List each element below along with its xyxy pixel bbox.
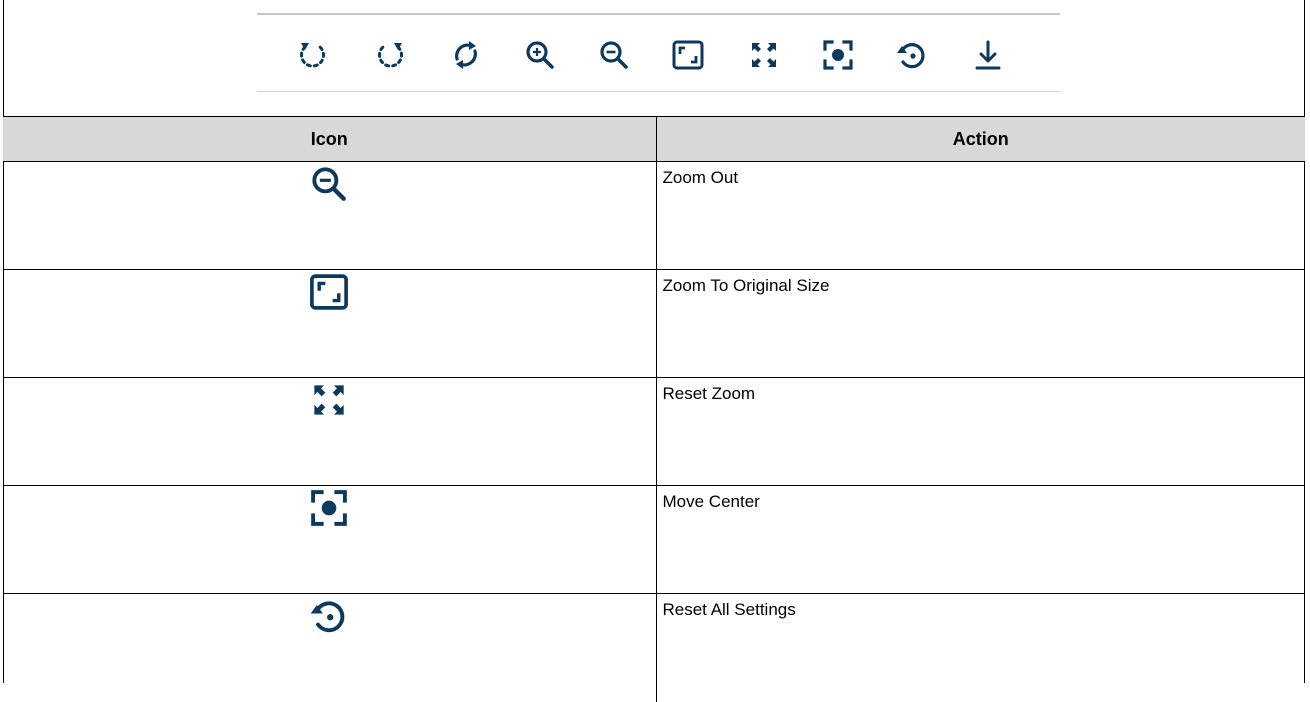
action-cell: Reset All Settings — [656, 594, 1305, 702]
zoom-out-icon — [307, 162, 351, 206]
action-cell: Zoom Out — [656, 162, 1305, 270]
action-cell: Move Center — [656, 486, 1305, 594]
reset-all-icon[interactable] — [894, 37, 930, 73]
reset-all-icon — [307, 594, 351, 638]
original-size-icon — [307, 270, 351, 314]
original-size-icon[interactable] — [670, 37, 706, 73]
icon-cell — [3, 594, 656, 702]
reset-zoom-icon[interactable] — [746, 37, 782, 73]
action-cell: Reset Zoom — [656, 378, 1305, 486]
move-center-icon — [307, 486, 351, 530]
zoom-out-icon[interactable] — [596, 37, 632, 73]
table-row: Zoom To Original Size — [3, 270, 1305, 378]
icon-column-header: Icon — [3, 117, 656, 162]
toolbar-cell — [3, 0, 1305, 117]
table-header-row: Icon Action — [3, 117, 1305, 162]
reset-zoom-icon — [307, 378, 351, 422]
rotate-left-icon[interactable] — [295, 37, 331, 73]
table-row: Move Center — [3, 486, 1305, 594]
zoom-in-icon[interactable] — [522, 37, 558, 73]
table-row: Reset All Settings — [3, 594, 1305, 702]
rotate-right-icon[interactable] — [372, 37, 408, 73]
action-column-header: Action — [656, 117, 1305, 162]
move-center-icon[interactable] — [820, 37, 856, 73]
download-icon[interactable] — [970, 37, 1006, 73]
icon-action-table: Icon Action Zoom Out Zoom To Original Si… — [3, 117, 1305, 702]
icon-cell — [3, 162, 656, 270]
table-row: Zoom Out — [3, 162, 1305, 270]
flip-icon[interactable] — [448, 37, 484, 73]
action-cell: Zoom To Original Size — [656, 270, 1305, 378]
icon-cell — [3, 270, 656, 378]
table-row: Reset Zoom — [3, 378, 1305, 486]
image-viewer-toolbar — [257, 13, 1060, 92]
icon-cell — [3, 378, 656, 486]
icon-cell — [3, 486, 656, 594]
